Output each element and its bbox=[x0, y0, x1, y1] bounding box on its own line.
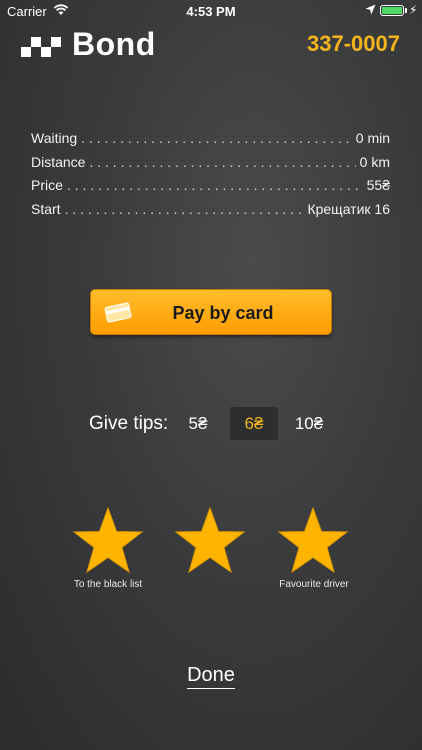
trip-row-label: Start bbox=[31, 200, 61, 217]
star-icon[interactable] bbox=[174, 507, 246, 573]
tips-selector: Give tips: 5₴ 6₴ 10₴ bbox=[0, 405, 422, 441]
black-list-caption: To the black list bbox=[73, 579, 143, 590]
favourite-driver-caption: Favourite driver bbox=[279, 579, 349, 590]
dot-leader bbox=[81, 130, 352, 146]
battery-tip bbox=[405, 8, 407, 13]
clock: 4:53 PM bbox=[186, 4, 236, 19]
trip-row-label: Distance bbox=[31, 153, 86, 170]
app-header: Bond 337-0007 bbox=[0, 22, 422, 68]
trip-row-value: 0 km bbox=[359, 153, 390, 170]
tip-option-6-selected[interactable]: 6₴ bbox=[230, 407, 278, 440]
tip-option-5[interactable]: 5₴ bbox=[181, 407, 215, 440]
charging-icon: ⚡ bbox=[409, 3, 418, 17]
star-icon[interactable] bbox=[72, 507, 144, 573]
dispatcher-phone-link[interactable]: 337-0007 bbox=[307, 31, 400, 57]
tips-label: Give tips: bbox=[89, 413, 169, 434]
done-container: Done bbox=[0, 664, 422, 689]
dot-leader bbox=[89, 154, 355, 170]
dot-leader bbox=[65, 201, 304, 217]
location-arrow-icon bbox=[365, 4, 376, 15]
dot-leader bbox=[67, 177, 363, 193]
driver-rating: To the black list Favourite driver bbox=[0, 507, 422, 597]
trip-row-label: Waiting bbox=[31, 130, 78, 146]
trip-details: Waiting 0 min Distance 0 km Price 55₴ St… bbox=[31, 130, 390, 224]
trip-row-value: 0 min bbox=[355, 130, 390, 146]
trip-row-waiting: Waiting 0 min bbox=[31, 130, 390, 154]
trip-row-distance: Distance 0 km bbox=[31, 154, 390, 178]
trip-row-value: 55₴ bbox=[366, 177, 390, 193]
brand-name: Bond bbox=[72, 26, 156, 62]
trip-row-value: Крещатик 16 bbox=[307, 200, 390, 217]
done-button[interactable]: Done bbox=[187, 664, 235, 689]
star-icon[interactable] bbox=[277, 507, 349, 573]
taxi-checker-logo-icon bbox=[21, 37, 61, 57]
trip-row-price: Price 55₴ bbox=[31, 177, 390, 201]
trip-row-start: Start Крещатик 16 bbox=[31, 201, 390, 225]
tip-option-10[interactable]: 10₴ bbox=[288, 407, 330, 440]
battery-icon bbox=[380, 5, 404, 16]
pay-by-card-button[interactable]: Pay by card bbox=[90, 289, 332, 335]
pay-button-label: Pay by card bbox=[172, 303, 274, 323]
trip-row-label: Price bbox=[31, 177, 63, 193]
status-bar: Carrier 4:53 PM ⚡ bbox=[0, 0, 422, 22]
